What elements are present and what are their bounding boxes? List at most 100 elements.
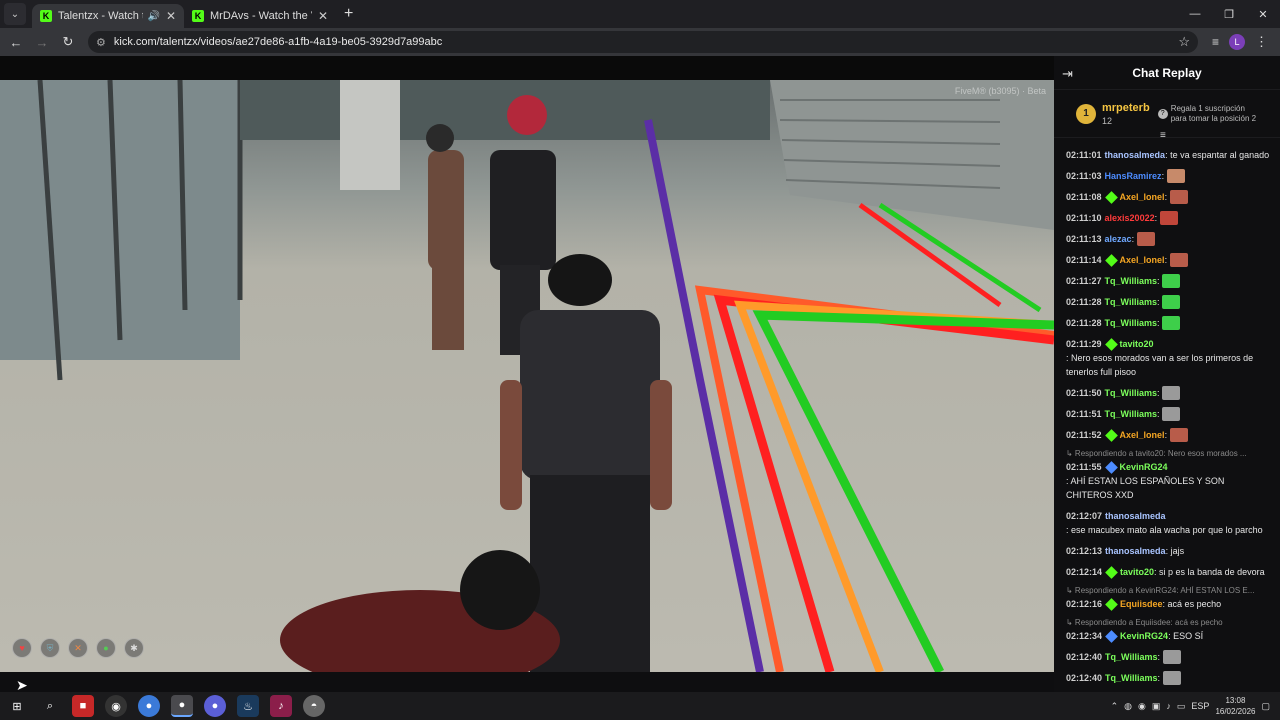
message-text: : <box>1157 673 1160 683</box>
app3-icon[interactable]: ● <box>204 695 226 717</box>
url-input[interactable]: ⚙ kick.com/talentzx/videos/ae27de86-a1fb… <box>88 31 1198 53</box>
message-username[interactable]: tavito20 <box>1120 565 1154 579</box>
expand-leaderboard-icon[interactable]: ≡ <box>1160 130 1166 141</box>
heart-icon: ♥ <box>12 638 32 658</box>
new-tab-button[interactable]: + <box>344 5 353 23</box>
video-player[interactable]: FiveM® (b3095) · Beta ♥ ⛨ ✕ ● ✱ <box>0 80 1054 672</box>
message-username[interactable]: alezac <box>1105 232 1132 246</box>
user-badge-icon <box>1104 460 1118 474</box>
message-username[interactable]: alexis20022 <box>1105 211 1155 225</box>
message-timestamp: 02:11:51 <box>1066 409 1102 419</box>
app5-icon[interactable]: ◓ <box>303 695 325 717</box>
close-tab-icon[interactable]: ✕ <box>166 9 176 23</box>
message-username[interactable]: Tq_Williams <box>1105 316 1157 330</box>
chrome-icon[interactable]: ● <box>138 695 160 717</box>
emote-icon <box>1162 274 1181 288</box>
message-username[interactable]: Equiisdee <box>1120 597 1163 611</box>
app1-icon[interactable]: ■ <box>72 695 94 717</box>
message-text: : <box>1164 430 1168 440</box>
reply-context[interactable]: ↳ Respondiendo a KevinRG24: AHÍ ESTAN LO… <box>1066 586 1272 595</box>
tray-volume-icon[interactable]: ♪ <box>1166 701 1171 711</box>
speaker-icon[interactable]: 🔊 <box>147 11 159 22</box>
message-username[interactable]: Tq_Williams <box>1105 407 1157 421</box>
tray-app-icon[interactable]: ◍ <box>1124 701 1132 712</box>
site-info-icon[interactable]: ⚙ <box>96 36 106 49</box>
message-text: : <box>1161 171 1165 181</box>
message-username[interactable]: Axel_lonel <box>1120 190 1165 204</box>
profile-avatar[interactable]: L <box>1229 34 1246 50</box>
minimize-icon[interactable]: — <box>1178 0 1212 28</box>
chrome-active-icon[interactable]: ● <box>171 695 193 717</box>
chat-header: ⇥ Chat Replay <box>1054 56 1280 90</box>
menu-dots-icon[interactable]: ⋮ <box>1255 34 1268 50</box>
message-timestamp: 02:11:50 <box>1066 388 1102 398</box>
message-username[interactable]: KevinRG24 <box>1120 460 1168 474</box>
message-username[interactable]: Axel_lonel <box>1120 428 1165 442</box>
notification-icon[interactable]: ▢ <box>1261 701 1270 712</box>
reply-context[interactable]: ↳ Respondiendo a Equiisdee: acá es pecho <box>1066 618 1272 627</box>
message-text: : <box>1156 297 1160 307</box>
message-timestamp: 02:11:55 <box>1066 462 1102 472</box>
back-icon[interactable]: ← <box>4 35 28 50</box>
close-tab-icon[interactable]: ✕ <box>318 9 328 23</box>
tray-controller-icon[interactable]: ▣ <box>1152 701 1161 712</box>
app4-icon[interactable]: ♪ <box>270 695 292 717</box>
queue-icon[interactable]: ≡ <box>1212 35 1219 49</box>
user-badge-icon <box>1104 428 1118 442</box>
chat-message: 02:11:27 Tq_Williams: <box>1066 274 1272 288</box>
search-icon[interactable]: ⌕ <box>39 695 61 717</box>
chat-message: 02:11:50 Tq_Williams: <box>1066 386 1272 400</box>
message-username[interactable]: HansRamirez <box>1105 169 1162 183</box>
tray-network-icon[interactable]: ▭ <box>1177 701 1186 712</box>
message-timestamp: 02:12:07 <box>1066 511 1103 521</box>
message-timestamp: 02:11:13 <box>1066 234 1102 244</box>
message-username[interactable]: Axel_lonel <box>1120 253 1165 267</box>
system-tray: ⌃ ◍ ◉ ▣ ♪ ▭ ESP 13:08 16/02/2026 ▢ <box>1111 692 1270 720</box>
tray-steam-icon[interactable]: ◉ <box>1138 701 1146 712</box>
kick-favicon-icon: K <box>192 10 204 22</box>
app2-icon[interactable]: ◉ <box>105 695 127 717</box>
close-window-icon[interactable]: ✕ <box>1246 0 1280 28</box>
window-controls: — ❐ ✕ <box>1178 0 1280 28</box>
tab-mrdavs[interactable]: K MrDAvs - Watch the VOD on Ki ✕ <box>184 4 336 28</box>
emote-icon <box>1162 650 1181 664</box>
restore-icon[interactable]: ❐ <box>1212 0 1246 28</box>
clock[interactable]: 13:08 16/02/2026 <box>1215 695 1255 717</box>
emote-icon <box>1162 316 1181 330</box>
message-text: : si p es la banda de devora <box>1154 567 1265 577</box>
steam-icon[interactable]: ♨ <box>237 695 259 717</box>
message-username[interactable]: Tq_Williams <box>1105 295 1157 309</box>
message-timestamp: 02:11:03 <box>1066 171 1102 181</box>
message-text: : <box>1131 234 1135 244</box>
message-username[interactable]: Tq_Williams <box>1105 274 1157 288</box>
forward-icon[interactable]: → <box>30 35 54 50</box>
bookmark-star-icon[interactable]: ☆ <box>1178 34 1190 50</box>
green-floor-line <box>752 310 1054 672</box>
message-username[interactable]: thanosalmeda <box>1105 148 1166 162</box>
message-timestamp: 02:12:34 <box>1066 631 1103 641</box>
reply-context[interactable]: ↳ Respondiendo a tavito20: Nero esos mor… <box>1066 449 1272 458</box>
tab-talentzx[interactable]: K Talentzx - Watch the VOD o 🔊 ✕ <box>32 4 184 28</box>
chat-message: 02:11:52 Axel_lonel: <box>1066 428 1272 442</box>
message-username[interactable]: thanosalmeda <box>1105 509 1166 523</box>
message-username[interactable]: thanosalmeda <box>1105 544 1166 558</box>
message-username[interactable]: tavito20 <box>1120 337 1154 351</box>
message-username[interactable]: Tq_Williams <box>1105 650 1157 664</box>
tab-search-icon[interactable]: ⌄ <box>4 3 26 25</box>
gift-cta[interactable]: ? Regala 1 suscripción para tomar la pos… <box>1157 104 1256 124</box>
reload-icon[interactable]: ↻ <box>56 34 80 50</box>
message-username[interactable]: Tq_Williams <box>1105 386 1157 400</box>
mouse-cursor-icon: ➤ <box>16 677 28 693</box>
tray-lang[interactable]: ESP <box>1191 701 1209 711</box>
collapse-chat-icon[interactable]: ⇥ <box>1062 66 1073 82</box>
emote-icon <box>1137 232 1156 246</box>
tab-title: MrDAvs - Watch the VOD on Ki <box>210 10 312 22</box>
message-username[interactable]: Tq_Williams <box>1105 671 1157 685</box>
message-text: : <box>1164 192 1168 202</box>
message-username[interactable]: KevinRG24 <box>1120 629 1168 643</box>
start-icon[interactable]: ⊞ <box>6 695 28 717</box>
gift-leaderboard[interactable]: 1 mrpeterb 12 ? Regala 1 suscripción par… <box>1054 90 1280 141</box>
gifter-count: 12 <box>1102 115 1113 126</box>
emote-icon <box>1170 253 1189 267</box>
tray-chevron-icon[interactable]: ⌃ <box>1111 701 1119 712</box>
